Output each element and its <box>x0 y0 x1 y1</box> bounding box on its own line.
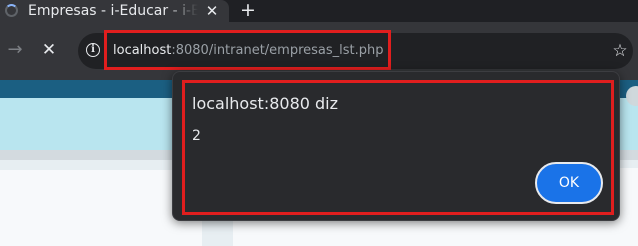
dialog-title: localhost:8080 diz <box>192 94 339 113</box>
url-path: :8080/intranet/empresas_lst.php <box>171 43 384 58</box>
forward-button[interactable]: → <box>4 38 26 62</box>
stop-loading-button[interactable]: ✕ <box>38 38 60 62</box>
url-text[interactable]: localhost:8080/intranet/empresas_lst.php <box>113 41 384 61</box>
alert-dialog: localhost:8080 diz 2 OK <box>172 71 620 221</box>
tab-title: Empresas - i-Educar - i-Educar <box>28 3 198 19</box>
new-tab-button[interactable]: + <box>238 0 258 22</box>
bookmark-star-icon[interactable]: ☆ <box>610 39 630 63</box>
browser-tab[interactable]: Empresas - i-Educar - i-Educar ✕ <box>0 0 229 22</box>
dialog-message: 2 <box>192 128 201 144</box>
ok-button[interactable]: OK <box>535 162 603 204</box>
site-info-icon[interactable]: i <box>86 43 100 57</box>
address-bar[interactable]: i localhost:8080/intranet/empresas_lst.p… <box>78 33 633 69</box>
tab-strip: Empresas - i-Educar - i-Educar ✕ + <box>0 0 638 22</box>
close-tab-icon[interactable]: ✕ <box>203 1 221 21</box>
url-host: localhost <box>113 43 172 58</box>
loading-spinner-icon <box>5 4 18 17</box>
